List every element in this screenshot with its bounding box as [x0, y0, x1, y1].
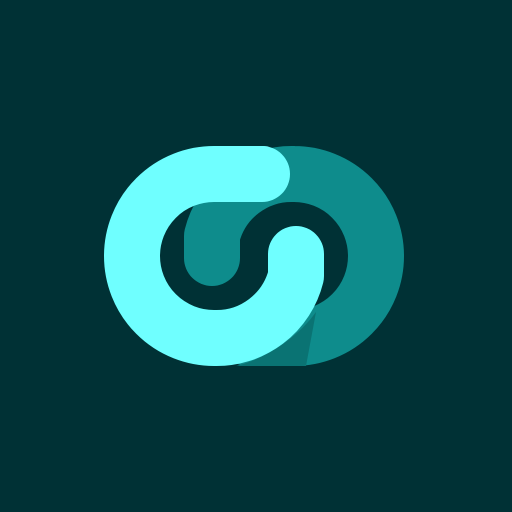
icon-background [0, 0, 512, 512]
app-icon-tile [0, 0, 512, 512]
interlinked-loops-logo-icon [0, 0, 512, 512]
